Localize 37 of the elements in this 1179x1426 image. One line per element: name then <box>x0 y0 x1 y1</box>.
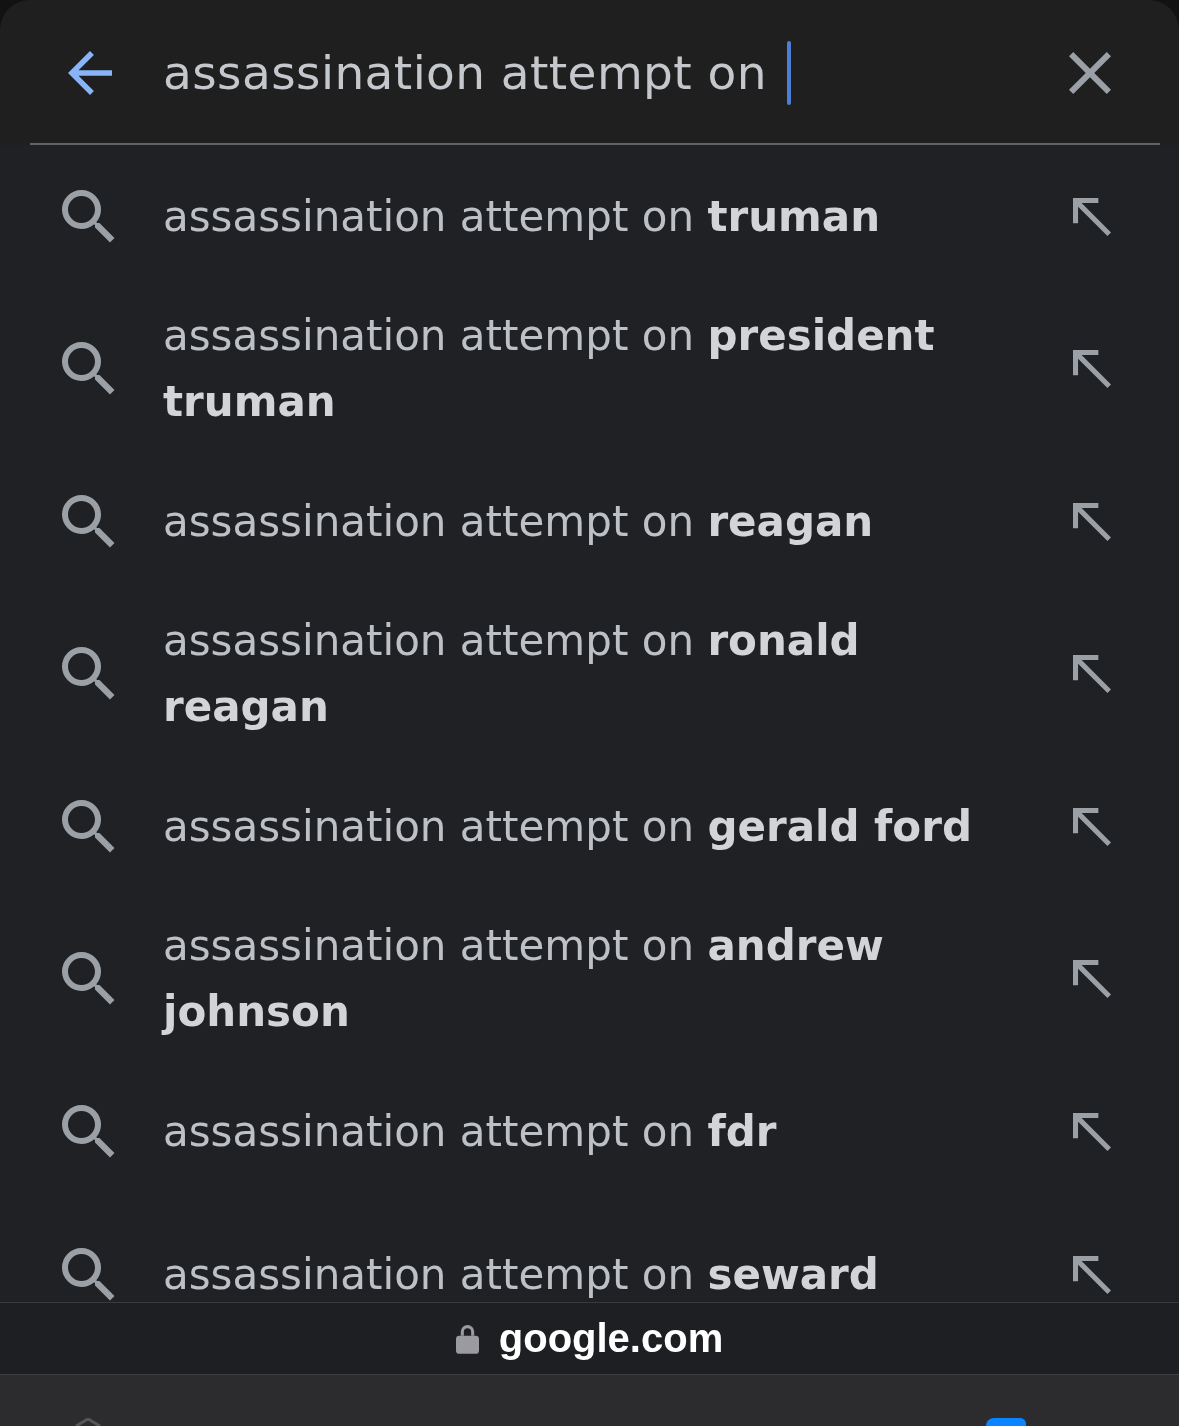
suggestion-item[interactable]: assassination attempt on truman <box>0 145 1179 288</box>
suggestion-text: assassination attempt on andrew johnson <box>163 921 884 1036</box>
search-icon <box>62 1247 116 1302</box>
suggestion-item[interactable]: assassination attempt on seward <box>0 1203 1179 1302</box>
search-icon <box>62 342 116 396</box>
suggestion-item[interactable]: assassination attempt on fdr <box>0 1060 1179 1203</box>
back-arrow-icon[interactable] <box>66 50 114 95</box>
suggestion-text: assassination attempt on gerald ford <box>163 801 972 851</box>
search-icon <box>62 189 116 244</box>
suggestion-text: assassination attempt on fdr <box>163 1106 777 1156</box>
suggestion-text: assassination attempt on truman <box>163 191 881 241</box>
up-left-arrow-icon[interactable] <box>1073 1255 1111 1294</box>
suggestion-item[interactable]: assassination attempt on reagan <box>0 450 1179 593</box>
suggestion-item[interactable]: assassination attempt on gerald ford <box>0 755 1179 898</box>
search-icon <box>62 799 116 854</box>
suggestion-text: assassination attempt on seward <box>163 1249 879 1299</box>
suggestion-item[interactable]: assassination attempt on president truman <box>0 288 1179 450</box>
suggestion-item[interactable]: assassination attempt on andrew johnson <box>0 898 1179 1060</box>
search-icon <box>62 1104 116 1159</box>
search-icon <box>62 494 116 549</box>
suggestion-text: assassination attempt on ronald reagan <box>163 616 860 731</box>
up-left-arrow-icon[interactable] <box>1073 502 1111 541</box>
suggestion-text: assassination attempt on president truman <box>163 311 935 426</box>
up-left-arrow-icon[interactable] <box>1073 1112 1111 1151</box>
up-left-arrow-icon[interactable] <box>1073 807 1111 846</box>
close-icon[interactable] <box>1069 51 1111 94</box>
up-left-arrow-icon[interactable] <box>1073 197 1111 236</box>
up-left-arrow-icon[interactable] <box>1073 655 1111 693</box>
search-icon <box>62 647 116 701</box>
url-text[interactable]: google.com <box>498 1316 724 1361</box>
up-left-arrow-icon[interactable] <box>1073 960 1111 998</box>
suggestion-text: assassination attempt on reagan <box>163 496 874 546</box>
up-left-arrow-icon[interactable] <box>1073 350 1111 388</box>
search-icon <box>62 952 116 1006</box>
search-input[interactable]: assassination attempt on <box>163 37 1069 108</box>
toolbar-icon[interactable] <box>986 1418 1026 1426</box>
suggestion-item[interactable]: assassination attempt on ronald reagan <box>0 593 1179 755</box>
